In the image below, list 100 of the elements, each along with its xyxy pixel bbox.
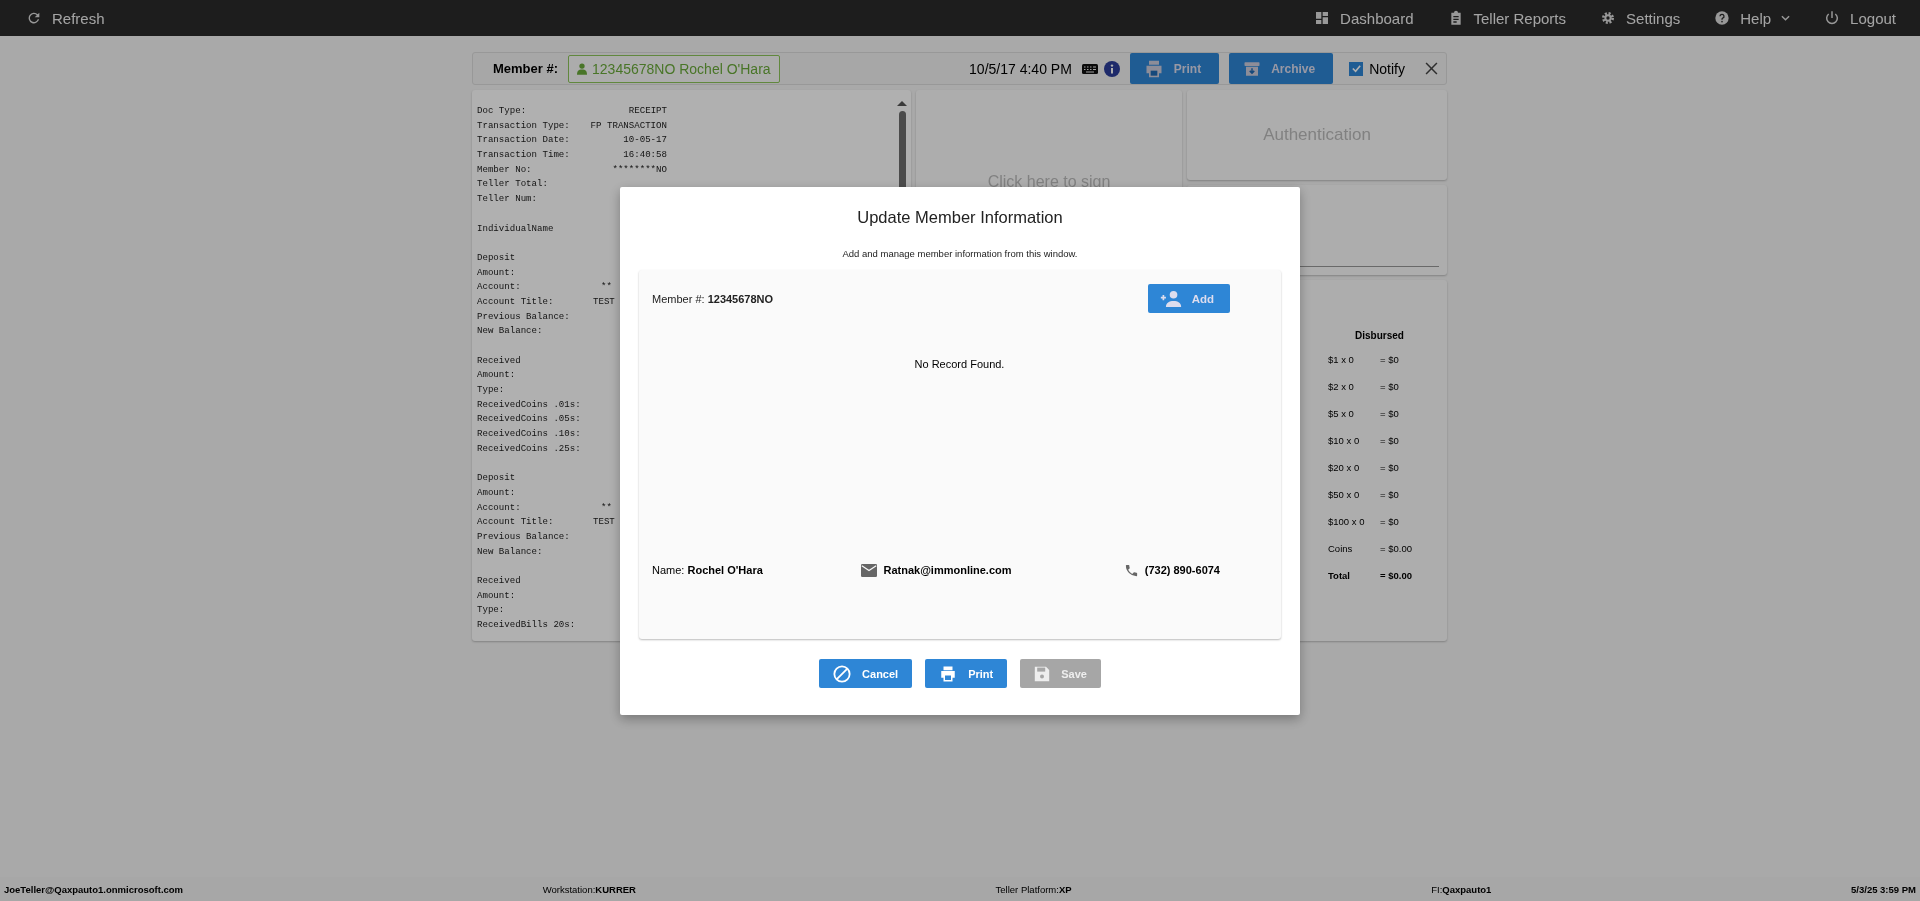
denomination-label: Total [1328, 570, 1351, 583]
denomination-label: $2 x 0 [1328, 381, 1355, 394]
denomination-label: $100 x 0 [1328, 516, 1366, 529]
amount-value: = $0 [1380, 435, 1399, 448]
receipt-value: 16:40:58 [623, 148, 667, 163]
status-item: JoeTeller@Qaxpauto1.onmicrosoft.com [4, 883, 184, 895]
checkbox[interactable] [1349, 61, 1364, 76]
cancel-button[interactable]: Cancel [819, 659, 913, 688]
disbursed-heading: Disbursed [1355, 330, 1405, 341]
receipt-label: Amount: [477, 266, 516, 278]
receipt-label: Received [477, 575, 521, 586]
status-item: 5/3/25 3:59 PM [1851, 883, 1916, 895]
receipt-label: Teller Num: [477, 193, 538, 205]
denomination-label: $1 x 0 [1328, 354, 1355, 367]
logout-button[interactable]: Logout [1824, 9, 1896, 27]
receipt-label: Amount: [477, 486, 516, 498]
amount-value: = $0.00 [1380, 543, 1412, 556]
save-icon [1034, 665, 1051, 682]
receipt-value: TEST [593, 515, 615, 530]
member-name: Name: Rochel O'Hara [652, 564, 764, 576]
print-button[interactable]: Print [925, 659, 1008, 688]
refresh-icon [26, 10, 42, 26]
receipt-label: Teller Total: [477, 178, 548, 190]
receipt-label: ReceivedBills 20s: [477, 619, 576, 631]
receipt-label: Previous Balance: [477, 310, 570, 322]
receipt-label: Account Title: [477, 295, 554, 307]
receipt-label: Type: [477, 384, 505, 396]
member-email: Ratnak@immonline.com [883, 564, 1012, 576]
print-icon [939, 664, 958, 683]
denomination-label: $20 x 0 [1328, 462, 1361, 475]
empty-message: No Record Found. [913, 358, 1006, 370]
power-icon [1824, 10, 1841, 26]
status-item: FI:Qaxpauto1 [1431, 883, 1492, 895]
phone-icon [1123, 562, 1139, 578]
settings-link[interactable]: Settings [1600, 9, 1681, 27]
member-chip[interactable]: 12345678NO Rochel O'Hara [568, 54, 780, 83]
receipt-label: Transaction Date: [477, 134, 570, 146]
teller-reports-link[interactable]: Teller Reports [1447, 9, 1567, 27]
receipt-label: Account Title: [477, 516, 554, 528]
receipt-label: Type: [477, 604, 505, 616]
mail-icon [861, 563, 878, 577]
receipt-label: Doc Type: [477, 105, 527, 116]
receipt-value: ********NO [612, 162, 667, 177]
denomination-label: $50 x 0 [1328, 489, 1361, 502]
receipt-label: Received [477, 354, 521, 366]
amount-value: = $0 [1380, 489, 1399, 502]
date-time: 10/5/17 4:40 PM [969, 60, 1072, 77]
add-button[interactable]: Add [1147, 284, 1230, 313]
amount-value: = $0 [1380, 354, 1399, 367]
close-icon[interactable] [1425, 62, 1438, 75]
notify-checkbox[interactable]: Notify [1349, 60, 1405, 77]
receipt-label: Deposit [477, 251, 516, 263]
receipt-value: ** [601, 280, 612, 295]
dashboard-link[interactable]: Dashboard [1314, 9, 1414, 27]
receipt-label: ReceivedCoins .01s: [477, 398, 581, 410]
add-person-icon [1159, 290, 1182, 307]
denomination-label: $10 x 0 [1328, 435, 1361, 448]
receipt-label: Deposit [477, 472, 516, 484]
archive-icon [1243, 59, 1262, 78]
receipt-value: ** [601, 500, 612, 515]
help-icon [1714, 10, 1731, 26]
info-icon[interactable] [1103, 60, 1120, 77]
receipt-label: Account: [477, 281, 521, 293]
denomination-label: Coins [1328, 543, 1354, 556]
settings-icon [1600, 10, 1617, 26]
dashboard-icon [1314, 10, 1331, 26]
receipt-value: 10-05-17 [623, 133, 667, 148]
help-menu[interactable]: Help [1714, 9, 1791, 27]
receipt-value: RECEIPT [628, 104, 667, 118]
receipt-label: Transaction Time: [477, 149, 570, 161]
status-item: Teller Platform:XP [995, 883, 1072, 895]
amount-value: = $0 [1380, 516, 1399, 529]
member-number: Member #: 12345678NO [652, 292, 774, 305]
member-label: Member #: [493, 61, 559, 76]
receipt-label: Previous Balance: [477, 530, 570, 542]
amount-value: = $0 [1380, 462, 1399, 475]
receipt-label: ReceivedCoins .25s: [477, 442, 581, 454]
print-button[interactable]: Print [1129, 53, 1220, 84]
amount-value: = $0 [1380, 381, 1399, 394]
person-icon [577, 62, 588, 75]
refresh-button[interactable]: Refresh [26, 9, 105, 27]
cancel-icon [833, 664, 852, 683]
receipt-label: IndividualName [477, 222, 554, 234]
keyboard-icon[interactable] [1081, 63, 1098, 74]
amount-value: = $0 [1380, 408, 1399, 421]
archive-button[interactable]: Archive [1229, 53, 1334, 84]
receipt-label: Transaction Type: [477, 119, 570, 131]
receipt-value: FP TRANSACTION [590, 118, 667, 133]
receipt-label: New Balance: [477, 545, 543, 557]
receipt-label: Member No: [477, 163, 532, 175]
status-item: Workstation:KURRER [542, 883, 636, 895]
receipt-label: Amount: [477, 589, 516, 601]
member-phone: (732) 890-6074 [1144, 564, 1220, 576]
denomination-label: $5 x 0 [1328, 408, 1355, 421]
receipt-label: ReceivedCoins .05s: [477, 413, 581, 425]
receipt-label: Account: [477, 501, 521, 513]
receipt-value: TEST [593, 294, 615, 309]
amount-value: = $0.00 [1380, 570, 1412, 583]
scroll-up-icon[interactable] [897, 100, 907, 106]
receipt-label: Amount: [477, 369, 516, 381]
